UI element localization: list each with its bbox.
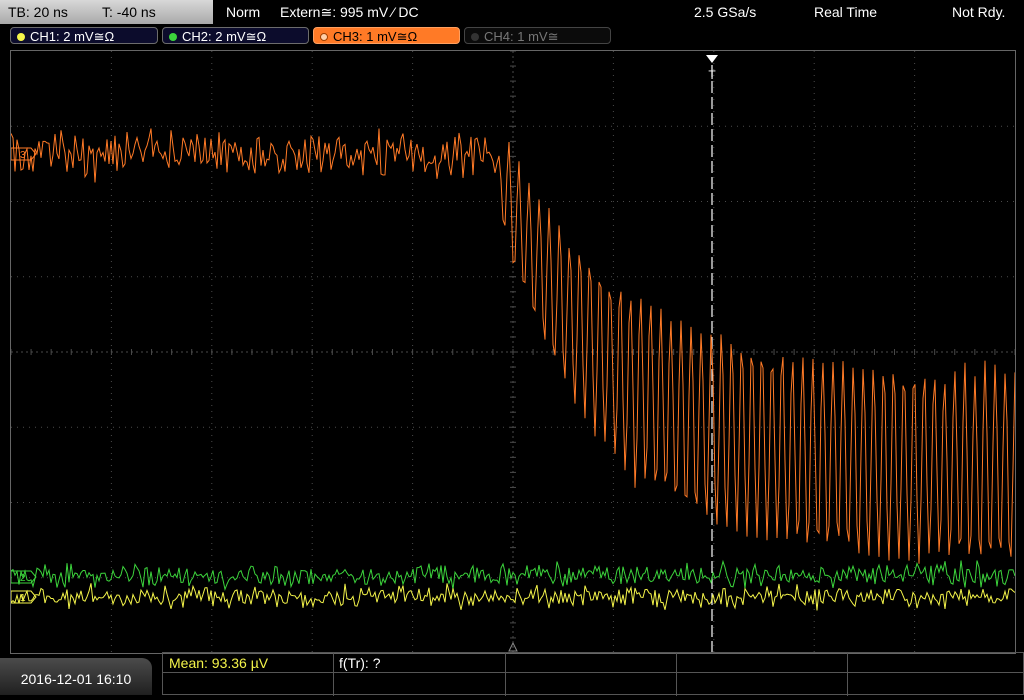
- channel-4-button[interactable]: CH4: 1 mV≅: [464, 27, 611, 44]
- trigger-label: T: [708, 68, 716, 82]
- measurement-divider: [847, 653, 848, 696]
- timebase-value: TB: 20 ns: [8, 4, 68, 20]
- trigger-source: Extern≅: 995 mV ⁄ DC: [280, 4, 419, 20]
- channel-1-marker-label: 1: [20, 593, 26, 604]
- measurement-table[interactable]: Mean: 93.36 µV f(Tr): ?: [162, 652, 1024, 696]
- channel-4-dot-icon: [471, 33, 479, 41]
- measurement-bar: 2016-12-01 16:10 Mean: 93.36 µV f(Tr): ?: [0, 652, 1024, 696]
- sample-rate: 2.5 GSa/s: [694, 4, 757, 20]
- channel-2-marker[interactable]: 2: [11, 570, 37, 584]
- channel-1-button[interactable]: CH1: 2 mV≅Ω: [10, 27, 158, 44]
- mean-measurement: Mean: 93.36 µV: [169, 655, 269, 671]
- trigger-panel[interactable]: Norm Extern≅: 995 mV ⁄ DC 2.5 GSa/s Real…: [216, 0, 1024, 24]
- trigger-time-value: T: -40 ns: [102, 4, 156, 20]
- waveform-display[interactable]: T 3 2 1: [10, 50, 1016, 654]
- channel-1-label: CH1: 2 mV≅Ω: [30, 29, 115, 44]
- channel-3-dot-icon: [320, 33, 328, 41]
- frequency-measurement: f(Tr): ?: [339, 655, 381, 671]
- timebase-panel[interactable]: TB: 20 ns T: -40 ns: [0, 0, 213, 24]
- channel-2-waveform: [11, 559, 1015, 592]
- channel-3-marker-label: 3: [20, 150, 26, 161]
- channel-2-label: CH2: 2 mV≅Ω: [182, 29, 267, 44]
- status-bar: TB: 20 ns T: -40 ns Norm Extern≅: 995 mV…: [0, 0, 1024, 24]
- trigger-mode: Norm: [226, 4, 261, 20]
- measurement-divider: [676, 653, 677, 696]
- channel-bar: CH1: 2 mV≅Ω CH2: 2 mV≅Ω CH3: 1 mV≅Ω CH4:…: [0, 24, 1024, 48]
- channel-3-button[interactable]: CH3: 1 mV≅Ω: [313, 27, 460, 44]
- graticule: [11, 51, 1015, 653]
- measurement-divider: [505, 653, 506, 696]
- channel-4-label: CH4: 1 mV≅: [484, 29, 559, 44]
- acquisition-mode: Real Time: [814, 4, 878, 20]
- run-status: Not Rdy.: [952, 4, 1006, 20]
- measurement-divider: [163, 672, 1024, 673]
- measurement-divider: [333, 653, 334, 696]
- channel-2-marker-label: 2: [20, 573, 26, 584]
- channel-1-dot-icon: [17, 33, 25, 41]
- trigger-arrow-icon: [706, 55, 718, 63]
- channel-3-label: CH3: 1 mV≅Ω: [333, 29, 418, 44]
- date-time: 2016-12-01 16:10: [0, 658, 152, 695]
- channel-2-dot-icon: [169, 33, 177, 41]
- channel-2-button[interactable]: CH2: 2 mV≅Ω: [162, 27, 309, 44]
